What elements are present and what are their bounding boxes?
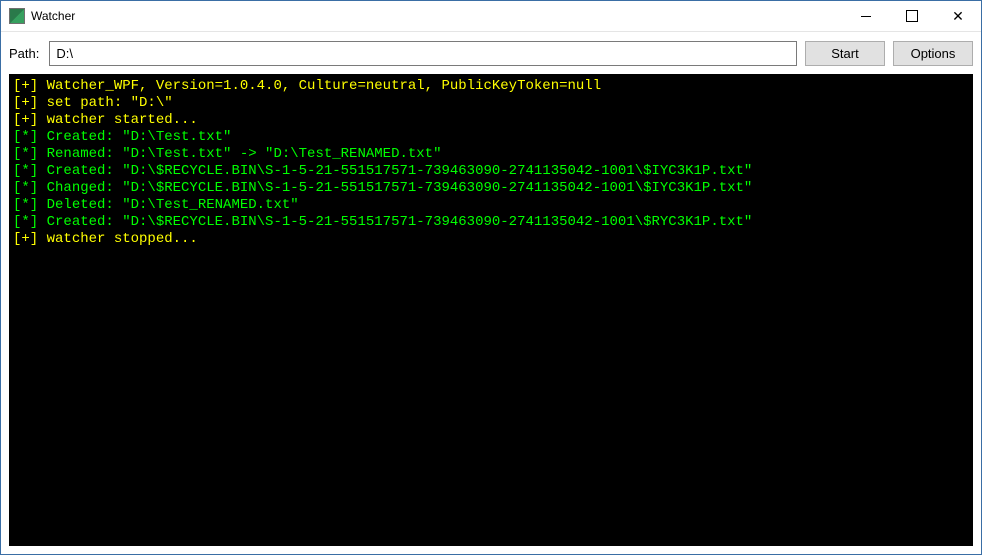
line-prefix: [+] [13,112,47,128]
console-line: [*] Changed: "D:\$RECYCLE.BIN\S-1-5-21-5… [13,180,969,197]
maximize-icon [906,10,918,22]
console-line: [*] Deleted: "D:\Test_RENAMED.txt" [13,197,969,214]
close-icon: ✕ [952,9,964,23]
line-prefix: [+] [13,231,47,247]
line-text: watcher started... [47,112,198,128]
minimize-icon [861,16,871,17]
window-controls: ✕ [843,1,981,31]
line-prefix: [*] [13,146,47,162]
titlebar: Watcher ✕ [1,1,981,32]
minimize-button[interactable] [843,1,889,31]
console-line: [*] Created: "D:\Test.txt" [13,129,969,146]
path-input[interactable] [49,41,797,66]
path-label: Path: [9,46,39,61]
line-prefix: [*] [13,163,47,179]
line-prefix: [*] [13,214,47,230]
line-prefix: [*] [13,180,47,196]
app-icon [9,8,25,24]
line-text: Created: "D:\$RECYCLE.BIN\S-1-5-21-55151… [47,163,753,179]
options-button[interactable]: Options [893,41,973,66]
close-button[interactable]: ✕ [935,1,981,31]
line-text: Watcher_WPF, Version=1.0.4.0, Culture=ne… [47,78,602,94]
line-text: watcher stopped... [47,231,198,247]
line-text: set path: "D:\" [47,95,173,111]
console-output[interactable]: [+] Watcher_WPF, Version=1.0.4.0, Cultur… [9,74,973,546]
toolbar: Path: Start Options [1,32,981,74]
start-button[interactable]: Start [805,41,885,66]
console-line: [+] set path: "D:\" [13,95,969,112]
line-prefix: [*] [13,197,47,213]
console-line: [+] Watcher_WPF, Version=1.0.4.0, Cultur… [13,78,969,95]
console-line: [*] Created: "D:\$RECYCLE.BIN\S-1-5-21-5… [13,214,969,231]
console-line: [*] Created: "D:\$RECYCLE.BIN\S-1-5-21-5… [13,163,969,180]
line-text: Created: "D:\$RECYCLE.BIN\S-1-5-21-55151… [47,214,753,230]
line-text: Renamed: "D:\Test.txt" -> "D:\Test_RENAM… [47,146,442,162]
line-prefix: [+] [13,95,47,111]
console-line: [+] watcher started... [13,112,969,129]
console-line: [+] watcher stopped... [13,231,969,248]
line-prefix: [*] [13,129,47,145]
window-title: Watcher [31,9,75,23]
line-prefix: [+] [13,78,47,94]
line-text: Created: "D:\Test.txt" [47,129,232,145]
console-line: [*] Renamed: "D:\Test.txt" -> "D:\Test_R… [13,146,969,163]
line-text: Changed: "D:\$RECYCLE.BIN\S-1-5-21-55151… [47,180,753,196]
maximize-button[interactable] [889,1,935,31]
line-text: Deleted: "D:\Test_RENAMED.txt" [47,197,299,213]
